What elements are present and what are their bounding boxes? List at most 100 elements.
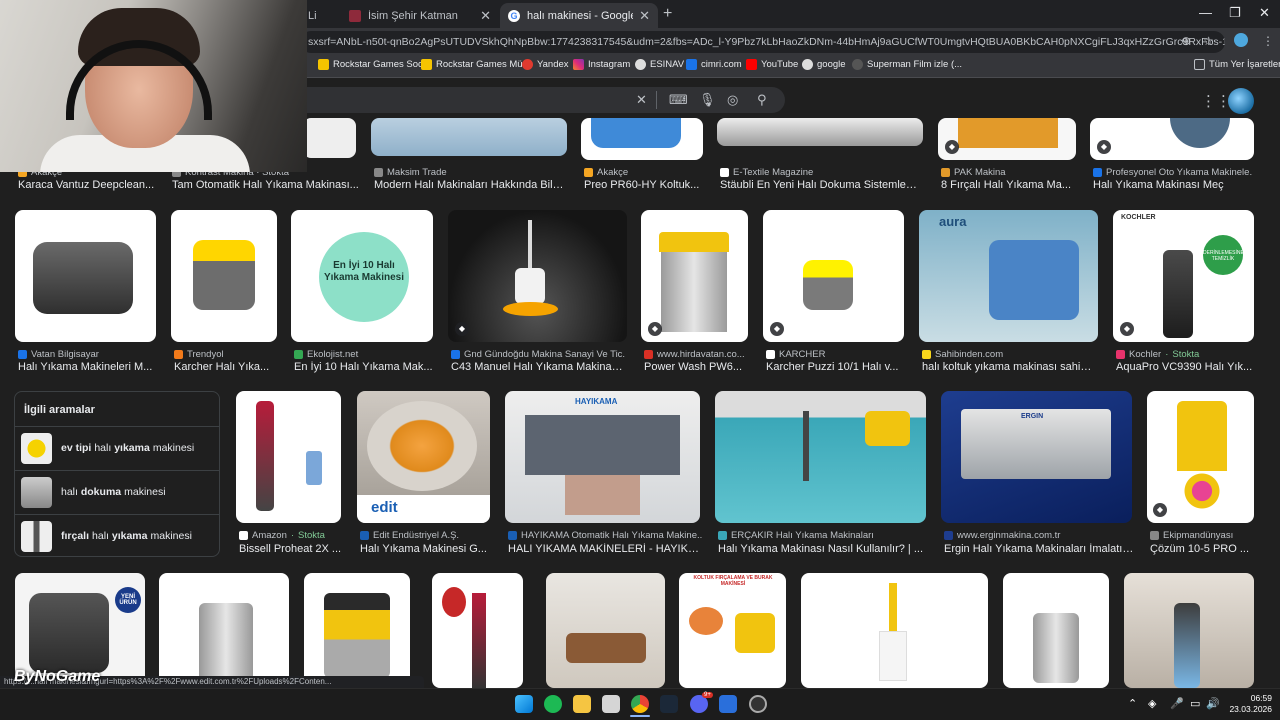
tray-network-icon[interactable]: ▭ [1190, 697, 1200, 710]
result-title[interactable]: halı koltuk yıkama makinası sahibi... [922, 361, 1097, 373]
result-title[interactable]: Ergin Halı Yıkama Makinaları İmalatı ... [944, 543, 1134, 555]
google-icon: G [508, 9, 520, 22]
result-title[interactable]: HALI YIKAMA MAKİNELERİ - HAYIKA... [508, 543, 703, 555]
image-result[interactable]: KOLTUK FIRÇALAMA VE BURAK MAKİNESİ [679, 573, 786, 688]
window-close-icon[interactable]: ✕ [1259, 5, 1270, 21]
result-title[interactable]: Çözüm 10-5 PRO ... [1150, 543, 1255, 555]
bookmark-instagram[interactable]: Instagram [573, 59, 630, 70]
image-result[interactable] [1090, 118, 1254, 160]
address-bar[interactable]: sxsrf=ANbL-n50t-qnBo2AgPsUTUDVSkhQhNpBbw… [300, 31, 1225, 53]
related-search-hali-dokuma[interactable]: halı dokuma makinesi [15, 470, 219, 513]
tray-mic-icon[interactable]: 🎤 [1170, 697, 1184, 710]
result-title[interactable]: Karcher Puzzi 10/1 Halı v... [766, 361, 906, 373]
related-search-fircali[interactable]: fırçalı halı yıkama makinesi [15, 514, 219, 557]
image-result[interactable] [715, 391, 926, 523]
image-result[interactable] [801, 573, 988, 688]
image-result[interactable]: ERGIN [941, 391, 1132, 523]
image-result[interactable]: KOCHLER DERİNLEMESİNE TEMİZLİK [1113, 210, 1254, 342]
tab-isim-sehir[interactable]: İsim Şehir Katman ✕ [341, 3, 499, 28]
bookmark-star-icon[interactable]: ☆ [1203, 34, 1214, 48]
menu-dots-icon[interactable]: ⋮ [1262, 34, 1274, 48]
bookmark-esinav[interactable]: ESINAV [635, 59, 684, 70]
microphone-icon[interactable]: 🎙 [699, 92, 716, 108]
result-title[interactable]: Bissell Proheat 2X ... [239, 543, 344, 555]
result-title[interactable]: Stäubli En Yeni Halı Dokuma Sistemleri i… [720, 179, 920, 191]
result-title[interactable]: Halı Yıkama Makineleri M... [18, 361, 158, 373]
result-title[interactable]: AquaPro VC9390 Halı Yık... [1116, 361, 1256, 373]
lens-camera-icon[interactable]: ◎ [727, 92, 738, 108]
clear-search-icon[interactable]: ✕ [636, 92, 647, 108]
result-title[interactable]: Tam Otomatik Halı Yıkama Makinası... [172, 179, 362, 191]
profile-avatar-icon[interactable] [1234, 33, 1248, 47]
restore-icon[interactable]: ❐ [1229, 5, 1241, 21]
bookmark-yandex[interactable]: Yandex [522, 59, 569, 70]
minimize-icon[interactable]: — [1199, 5, 1212, 20]
image-result[interactable] [717, 118, 923, 146]
zoom-icon[interactable]: ⊕ [1181, 34, 1191, 48]
windows-start-icon[interactable] [515, 695, 533, 713]
bookmark-youtube[interactable]: YouTube [746, 59, 798, 70]
bookmark-google[interactable]: google [802, 59, 846, 70]
result-title[interactable]: Power Wash PW6... [644, 361, 749, 373]
image-result[interactable] [171, 210, 277, 342]
image-result[interactable] [546, 573, 665, 688]
image-overlay-text: ERGIN [1021, 413, 1044, 420]
file-explorer-icon[interactable] [573, 695, 591, 713]
result-source: Gnd Gündoğdu Makina Sanayi Ve Tic... [451, 349, 626, 360]
new-tab-button[interactable]: + [663, 5, 672, 23]
result-title[interactable]: Halı Yıkama Makinası Meç [1093, 179, 1253, 191]
result-title[interactable]: Karaca Vantuz Deepclean... [18, 179, 158, 191]
tray-volume-icon[interactable]: 🔊 [1206, 697, 1220, 710]
image-result[interactable] [1003, 573, 1109, 688]
tray-chevron-icon[interactable]: ⌃ [1128, 697, 1137, 710]
result-title[interactable]: Preo PR60-HY Koltuk... [584, 179, 704, 191]
image-result[interactable] [1124, 573, 1254, 688]
bookmark-rockstar-music[interactable]: Rockstar Games Mü... [421, 59, 531, 70]
all-bookmarks-folder[interactable]: Tüm Yer İşaretleri [1194, 59, 1280, 70]
image-result[interactable] [432, 573, 523, 688]
result-source: Edit Endüstriyel A.Ş. [360, 530, 495, 541]
steam-icon[interactable] [660, 695, 678, 713]
image-result[interactable] [304, 573, 410, 688]
taskbar-clock[interactable]: 06:59 23.03.2026 [1222, 693, 1272, 715]
image-result[interactable]: En İyi 10 Halı Yıkama Makinesi [291, 210, 433, 342]
result-title[interactable]: Halı Yıkama Makinesi G... [360, 543, 495, 555]
app-icon[interactable] [719, 695, 737, 713]
image-result[interactable] [581, 118, 703, 160]
bookmark-superman[interactable]: Superman Film izle (... [852, 59, 962, 70]
tray-steam-icon[interactable]: ◈ [1148, 697, 1156, 710]
result-title[interactable]: Modern Halı Makinaları Hakkında Bili... [374, 179, 564, 191]
chrome-icon[interactable] [631, 695, 649, 713]
tab-google-search[interactable]: G halı makinesi - Google'da Ara ✕ [500, 3, 658, 28]
result-title[interactable]: En İyi 10 Halı Yıkama Mak... [294, 361, 434, 373]
image-result[interactable]: aura [919, 210, 1098, 342]
result-source: Kochler · Stokta [1116, 349, 1256, 360]
image-result[interactable] [159, 573, 289, 688]
image-result[interactable] [15, 210, 156, 342]
image-result[interactable]: HAYIKAMA [505, 391, 700, 523]
close-tab-icon[interactable]: ✕ [480, 8, 491, 24]
image-result[interactable] [938, 118, 1076, 160]
result-title[interactable]: Halı Yıkama Makinası Nasıl Kullanılır? |… [718, 543, 928, 555]
bookmark-cimri[interactable]: cimri.com [686, 59, 742, 70]
app-icon[interactable] [749, 695, 767, 713]
bookmark-rockstar-social[interactable]: Rockstar Games Soc... [318, 59, 431, 70]
image-result[interactable] [371, 118, 567, 156]
image-result[interactable] [236, 391, 341, 523]
result-title[interactable]: C43 Manuel Halı Yıkama Makinası... [451, 361, 626, 373]
product-tag-icon: ◆ [770, 322, 784, 336]
close-tab-icon[interactable]: ✕ [639, 8, 650, 24]
keyboard-icon[interactable]: ⌨ [669, 92, 688, 108]
notepad-icon[interactable] [602, 695, 620, 713]
search-icon[interactable]: ⚲ [757, 92, 767, 108]
image-result[interactable]: edit [357, 391, 490, 523]
related-search-ev-tipi[interactable]: ev tipi halı yıkama makinesi [15, 426, 219, 469]
spotify-icon[interactable] [544, 695, 562, 713]
result-title[interactable]: 8 Fırçalı Halı Yıkama Ma... [941, 179, 1081, 191]
result-title[interactable]: Karcher Halı Yıka... [174, 361, 279, 373]
product-tag-icon: ◆ [648, 322, 662, 336]
image-result[interactable] [303, 118, 356, 158]
image-result[interactable] [448, 210, 627, 342]
account-avatar[interactable] [1228, 88, 1254, 114]
image-result[interactable] [763, 210, 904, 342]
